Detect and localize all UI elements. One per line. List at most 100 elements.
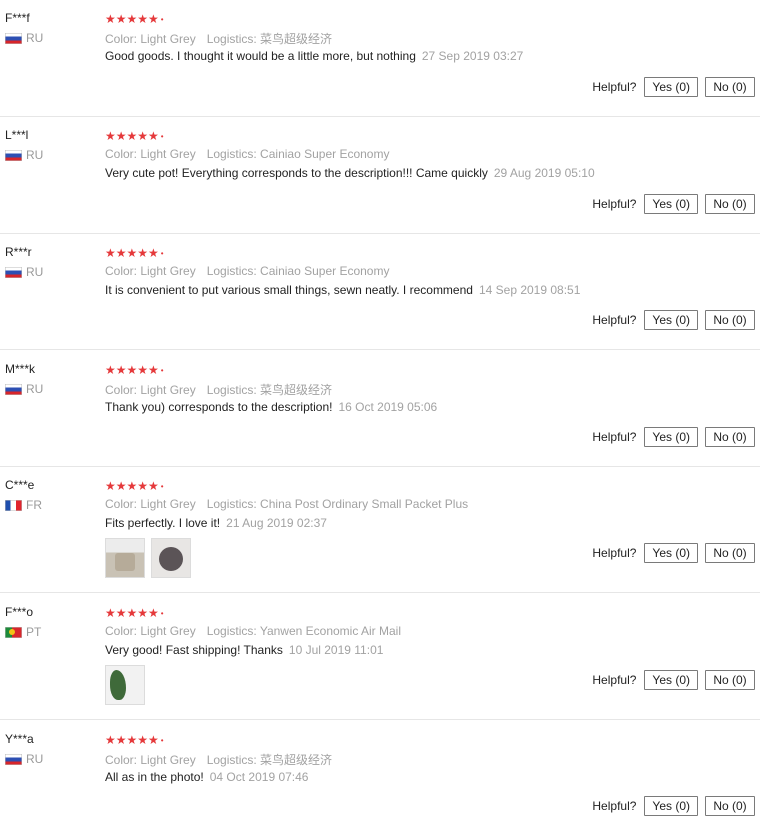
review-text: Good goods. I thought it would be a litt… <box>105 49 523 63</box>
helpful-yes-button[interactable]: Yes (0) <box>644 77 698 97</box>
helpful-label: Helpful? <box>592 197 637 211</box>
reviewer-country: PT <box>5 625 41 639</box>
reviewer-name: Y***a <box>5 732 34 746</box>
reviewer-country: RU <box>5 382 43 396</box>
helpful-yes-button[interactable]: Yes (0) <box>644 796 698 816</box>
logistics-attribute: Logistics: China Post Ordinary Small Pac… <box>206 497 469 511</box>
color-attribute: Color: Light Grey <box>105 264 196 278</box>
helpful-yes-button[interactable]: Yes (0) <box>644 543 698 563</box>
review-date: 14 Sep 2019 08:51 <box>478 283 581 297</box>
helpful-vote: Helpful? Yes (0) No (0) <box>592 670 755 690</box>
review-body: Very good! Fast shipping! Thanks <box>105 643 283 657</box>
review-meta: Color: Light Grey Logistics: Cainiao Supe… <box>105 264 389 278</box>
helpful-vote: Helpful? Yes (0) No (0) <box>592 427 755 447</box>
helpful-yes-button[interactable]: Yes (0) <box>644 427 698 447</box>
helpful-vote: Helpful? Yes (0) No (0) <box>592 543 755 563</box>
logistics-attribute: Logistics: 菜鸟超级经济 <box>206 32 333 46</box>
review-item: F***o PT ★★★★★ • Color: Light Grey Logisti… <box>0 605 767 715</box>
portugal-flag-icon <box>5 626 22 638</box>
review-item: R***r RU ★★★★★ • Color: Light Grey Logisti… <box>0 245 767 345</box>
helpful-yes-button[interactable]: Yes (0) <box>644 310 698 330</box>
star-rating: ★★★★★ • <box>105 12 164 26</box>
country-code: RU <box>26 148 44 162</box>
color-attribute: Color: Light Grey <box>105 32 196 46</box>
color-attribute: Color: Light Grey <box>105 624 196 638</box>
country-code: PT <box>26 625 42 639</box>
reviewer-name: F***o <box>5 605 34 619</box>
helpful-no-button[interactable]: No (0) <box>705 427 755 447</box>
helpful-no-button[interactable]: No (0) <box>705 670 755 690</box>
stars-icon: ★★★★★ <box>105 363 159 377</box>
country-code: RU <box>26 31 44 45</box>
reviewer-name: F***f <box>5 11 30 25</box>
reviewer-country: RU <box>5 752 43 766</box>
review-item: F***f RU ★★★★★ • Color: Light Grey Logisti… <box>0 11 767 111</box>
review-photo-thumbnail[interactable] <box>105 538 145 578</box>
stars-icon: ★★★★★ <box>105 733 159 747</box>
helpful-label: Helpful? <box>592 80 637 94</box>
review-date: 10 Jul 2019 11:01 <box>288 643 384 657</box>
helpful-vote: Helpful? Yes (0) No (0) <box>592 310 755 330</box>
country-code: RU <box>26 382 44 396</box>
reviewer-country: RU <box>5 31 43 45</box>
review-text: Thank you) corresponds to the descriptio… <box>105 400 437 414</box>
country-code: FR <box>26 498 42 512</box>
helpful-yes-button[interactable]: Yes (0) <box>644 670 698 690</box>
reviewer-name: L***l <box>5 128 29 142</box>
review-date: 16 Oct 2019 05:06 <box>338 400 438 414</box>
color-attribute: Color: Light Grey <box>105 753 196 767</box>
russia-flag-icon <box>5 32 22 44</box>
review-meta: Color: Light Grey Logistics: Cainiao Supe… <box>105 147 389 161</box>
logistics-attribute: Logistics: Yanwen Economic Air Mail <box>206 624 402 638</box>
helpful-yes-button[interactable]: Yes (0) <box>644 194 698 214</box>
color-attribute: Color: Light Grey <box>105 383 196 397</box>
logistics-attribute: Logistics: Cainiao Super Economy <box>206 264 390 278</box>
review-body: Very cute pot! Everything corresponds to… <box>105 166 488 180</box>
stars-icon: ★★★★★ <box>105 12 159 26</box>
review-body: Fits perfectly. I love it! <box>105 516 221 530</box>
review-item: L***l RU ★★★★★ • Color: Light Grey Logisti… <box>0 128 767 228</box>
star-rating: ★★★★★ • <box>105 733 164 747</box>
russia-flag-icon <box>5 383 22 395</box>
review-divider <box>0 719 760 720</box>
reviewer-name: C***e <box>5 478 35 492</box>
review-divider <box>0 233 760 234</box>
review-divider <box>0 592 760 593</box>
review-text: Very good! Fast shipping! Thanks 10 Jul 2… <box>105 643 383 657</box>
helpful-no-button[interactable]: No (0) <box>705 310 755 330</box>
review-photos <box>105 665 145 705</box>
review-item: C***e FR ★★★★★ • Color: Light Grey Logisti… <box>0 478 767 588</box>
color-attribute: Color: Light Grey <box>105 147 196 161</box>
star-rating: ★★★★★ • <box>105 246 164 260</box>
helpful-label: Helpful? <box>592 313 637 327</box>
review-meta: Color: Light Grey Logistics: China Post O… <box>105 497 468 511</box>
country-code: RU <box>26 265 44 279</box>
helpful-label: Helpful? <box>592 430 637 444</box>
helpful-vote: Helpful? Yes (0) No (0) <box>592 77 755 97</box>
helpful-label: Helpful? <box>592 546 637 560</box>
star-rating: ★★★★★ • <box>105 606 164 620</box>
helpful-no-button[interactable]: No (0) <box>705 77 755 97</box>
review-date: 04 Oct 2019 07:46 <box>209 770 309 784</box>
helpful-vote: Helpful? Yes (0) No (0) <box>592 194 755 214</box>
stars-icon: ★★★★★ <box>105 606 159 620</box>
review-date: 29 Aug 2019 05:10 <box>493 166 595 180</box>
helpful-no-button[interactable]: No (0) <box>705 543 755 563</box>
review-body: It is convenient to put various small th… <box>105 283 473 297</box>
review-photo-thumbnail[interactable] <box>105 665 145 705</box>
reviewer-country: FR <box>5 498 42 512</box>
france-flag-icon <box>5 499 22 511</box>
review-photo-thumbnail[interactable] <box>151 538 191 578</box>
star-rating: ★★★★★ • <box>105 479 164 493</box>
reviewer-name: M***k <box>5 362 36 376</box>
helpful-no-button[interactable]: No (0) <box>705 796 755 816</box>
star-rating: ★★★★★ • <box>105 363 164 377</box>
stars-icon: ★★★★★ <box>105 246 159 260</box>
stars-icon: ★★★★★ <box>105 129 159 143</box>
russia-flag-icon <box>5 149 22 161</box>
star-rating: ★★★★★ • <box>105 129 164 143</box>
helpful-label: Helpful? <box>592 799 637 813</box>
helpful-no-button[interactable]: No (0) <box>705 194 755 214</box>
review-divider <box>0 116 760 117</box>
review-meta: Color: Light Grey Logistics: 菜鸟超级经济 <box>105 30 332 47</box>
